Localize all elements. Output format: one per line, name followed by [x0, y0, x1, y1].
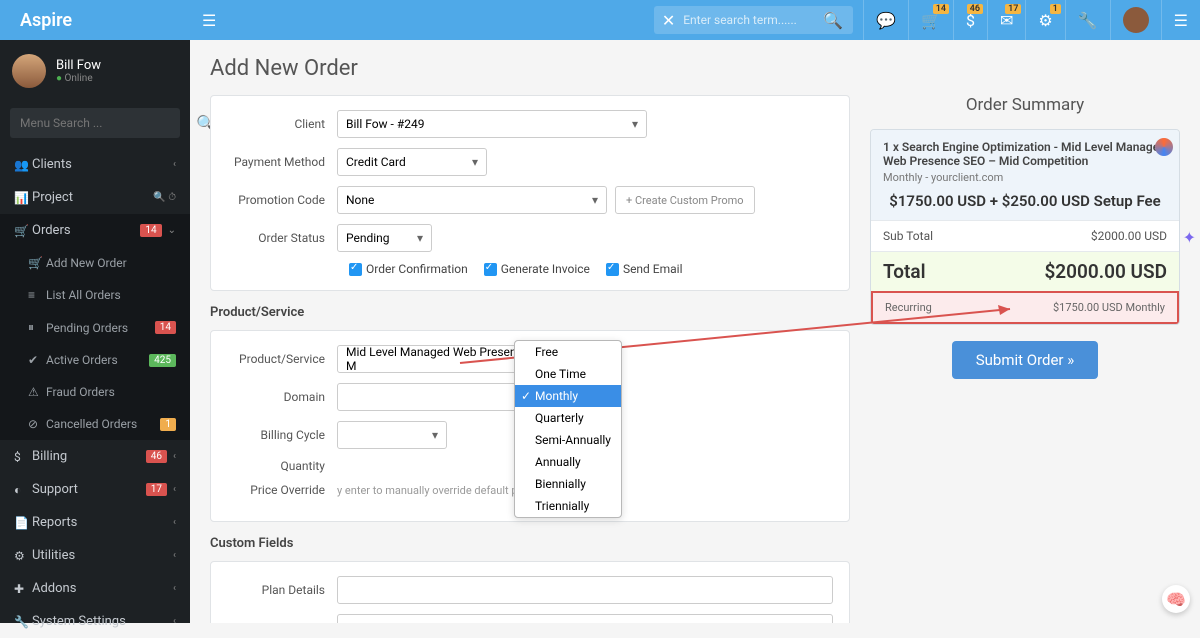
- billing-icon[interactable]: $46: [953, 0, 987, 40]
- nav-reports[interactable]: 📄Reports‹: [0, 506, 190, 539]
- custom-fields-title: Custom Fields: [210, 536, 850, 551]
- billing-cycle-dropdown: FreeOne TimeMonthlyQuarterlySemi-Annuall…: [514, 340, 622, 518]
- nav-active-orders[interactable]: ✔Active Orders425: [0, 344, 190, 376]
- page-title: Add New Order: [210, 56, 1180, 81]
- dropdown-option[interactable]: Monthly: [515, 385, 621, 407]
- nav-add-order[interactable]: 🛒Add New Order: [0, 247, 190, 279]
- chat-icon[interactable]: 💬: [863, 0, 908, 40]
- nav-project[interactable]: 📊Project🔍 ⏱: [0, 181, 190, 214]
- chk-gen-invoice[interactable]: Generate Invoice: [484, 262, 590, 276]
- dropdown-option[interactable]: Free: [515, 341, 621, 363]
- dropdown-option[interactable]: Quarterly: [515, 407, 621, 429]
- user-avatar[interactable]: [1110, 0, 1161, 40]
- contract-input[interactable]: [337, 614, 833, 623]
- create-promo-button[interactable]: + Create Custom Promo: [615, 186, 755, 214]
- messages-icon[interactable]: ✉17: [987, 0, 1025, 40]
- nav-fraud-orders[interactable]: ⚠Fraud Orders: [0, 376, 190, 408]
- chk-order-confirm[interactable]: Order Confirmation: [349, 262, 468, 276]
- status-select[interactable]: Pending: [337, 224, 432, 252]
- nav-cancelled-orders[interactable]: ⊘Cancelled Orders1: [0, 408, 190, 440]
- main-content: Add New Order ClientBill Fow - #249 Paym…: [190, 40, 1200, 623]
- tools-icon[interactable]: 🔧: [1065, 0, 1110, 40]
- menu-search-input[interactable]: [10, 116, 186, 130]
- summary-price: $1750.00 USD + $250.00 USD Setup Fee: [883, 192, 1167, 210]
- order-panel: ClientBill Fow - #249 Payment MethodCred…: [210, 95, 850, 291]
- search-icon[interactable]: 🔍: [813, 11, 853, 30]
- nav-list-orders[interactable]: ≡List All Orders: [0, 279, 190, 311]
- summary-recurring: Recurring$1750.00 USD Monthly: [871, 291, 1179, 324]
- payment-method-label: Payment Method: [227, 155, 337, 169]
- product-section-title: Product/Service: [210, 305, 850, 320]
- billing-cycle-label: Billing Cycle: [227, 428, 337, 442]
- avatar: [12, 54, 46, 88]
- nav-utilities[interactable]: ⚙Utilities‹: [0, 539, 190, 572]
- promo-label: Promotion Code: [227, 193, 337, 207]
- nav-clients[interactable]: 👥Clients‹: [0, 148, 190, 181]
- nav-support[interactable]: ◐Support17‹: [0, 473, 190, 506]
- nav-orders[interactable]: 🛒Orders14⌄: [0, 214, 190, 247]
- menu-search: 🔍: [10, 108, 180, 138]
- assistant-icon[interactable]: 🧠: [1162, 585, 1190, 613]
- plan-input[interactable]: [337, 576, 833, 604]
- dropdown-option[interactable]: Triennially: [515, 495, 621, 517]
- override-label: Price Override: [227, 483, 337, 497]
- dropdown-option[interactable]: Annually: [515, 451, 621, 473]
- summary-product: 1 x Search Engine Optimization - Mid Lev…: [883, 140, 1167, 168]
- settings-icon[interactable]: ⚙1: [1025, 0, 1064, 40]
- order-summary: 1 x Search Engine Optimization - Mid Lev…: [870, 129, 1180, 325]
- search-clear-icon[interactable]: ✕: [654, 11, 683, 30]
- sidebar-user[interactable]: Bill Fow Online: [0, 40, 190, 102]
- sparkle-icon: ✦: [1183, 228, 1196, 247]
- client-label: Client: [227, 117, 337, 131]
- promo-select[interactable]: None: [337, 186, 607, 214]
- nav-pending-orders[interactable]: ⏸Pending Orders14: [0, 311, 190, 344]
- dropdown-option[interactable]: Semi-Annually: [515, 429, 621, 451]
- client-select[interactable]: Bill Fow - #249: [337, 110, 647, 138]
- product-icon: [1155, 138, 1173, 156]
- search-input[interactable]: [683, 13, 813, 27]
- nav-system[interactable]: 🔧System Settings‹: [0, 605, 190, 638]
- brand-logo: Aspire: [0, 10, 190, 31]
- summary-total: Total$2000.00 USD: [871, 251, 1179, 291]
- user-status: Online: [56, 73, 101, 84]
- submit-order-button[interactable]: Submit Order »: [952, 341, 1099, 379]
- user-name: Bill Fow: [56, 58, 101, 73]
- plan-label: Plan Details: [227, 583, 337, 597]
- quantity-label: Quantity: [227, 459, 337, 473]
- top-bar: Aspire ☰ ✕ 🔍 💬 🛒14 $46 ✉17 ⚙1 🔧 ☰: [0, 0, 1200, 40]
- product-label: Product/Service: [227, 352, 337, 366]
- custom-fields-panel: Plan Details Contract Length: [210, 561, 850, 623]
- sidebar: Bill Fow Online 🔍 👥Clients‹ 📊Project🔍 ⏱ …: [0, 40, 190, 623]
- dropdown-option[interactable]: Biennially: [515, 473, 621, 495]
- nav-addons[interactable]: ✚Addons‹: [0, 572, 190, 605]
- cart-icon[interactable]: 🛒14: [908, 0, 953, 40]
- more-menu-icon[interactable]: ☰: [1161, 0, 1200, 40]
- global-search: ✕ 🔍: [654, 6, 853, 34]
- payment-method-select[interactable]: Credit Card: [337, 148, 487, 176]
- dropdown-option[interactable]: One Time: [515, 363, 621, 385]
- billing-cycle-select[interactable]: [337, 421, 447, 449]
- nav-billing[interactable]: $Billing46‹: [0, 440, 190, 473]
- summary-meta: Monthly - yourclient.com: [883, 171, 1167, 184]
- chk-send-email[interactable]: Send Email: [606, 262, 683, 276]
- menu-toggle-icon[interactable]: ☰: [190, 11, 228, 30]
- summary-title: Order Summary: [870, 95, 1180, 115]
- status-label: Order Status: [227, 231, 337, 245]
- summary-subtotal: Sub Total$2000.00 USD: [871, 220, 1179, 251]
- domain-label: Domain: [227, 390, 337, 404]
